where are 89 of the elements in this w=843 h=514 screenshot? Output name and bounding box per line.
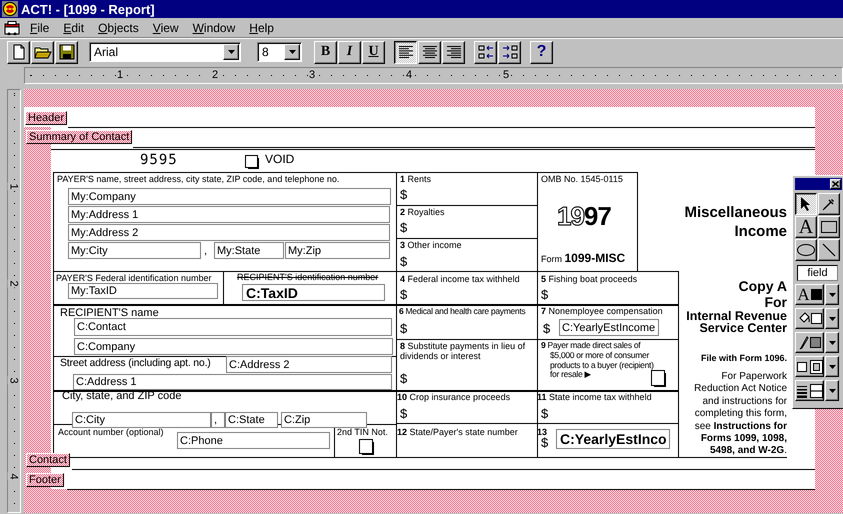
help-button[interactable]: ? [530, 40, 553, 64]
dollar-sign: $ [541, 288, 548, 303]
form-name: Form 1099-MISC [541, 252, 626, 266]
font-dropdown[interactable]: Arial [89, 42, 241, 62]
form-label: PAYER'S name, street address, city state, ZIP code, and telephone no. [57, 174, 340, 184]
box-label: 4 Federal income tax withheld [400, 274, 520, 284]
dollar-sign: $ [400, 372, 408, 387]
ruler-number: 2 [211, 70, 220, 81]
report-field[interactable]: C:City [72, 412, 211, 428]
text-color-button[interactable]: A [795, 284, 824, 305]
menu-item[interactable]: Edit [56, 20, 92, 34]
window-title: ACT! - [1099 - Report] [21, 2, 155, 16]
underline-button[interactable]: U [362, 40, 385, 64]
report-field[interactable]: My:Zip [285, 242, 390, 259]
form-number: 9595 [140, 152, 178, 168]
dollar-sign: $ [543, 322, 550, 337]
form-label: PAYER'S Federal identification number [56, 273, 212, 284]
box-label: 10 Crop insurance proceeds [397, 392, 510, 402]
font-size-dropdown[interactable]: 8 [257, 42, 302, 62]
dollar-sign: $ [400, 255, 408, 270]
report-field[interactable]: C:YearlyEstIncome [559, 319, 659, 336]
form-label: RECIPIENT'S name [60, 307, 159, 320]
paperwork-notice: For Paperwork Reduction Act Notice and instructions for completing this form, see Instructions for Forms 1099, 1098, 5498, and W-2G. [693, 371, 787, 458]
copy-label: Copy A [738, 278, 787, 294]
box-label: 8 Substitute payments in lieu of dividends or interest [400, 341, 526, 362]
bold-button[interactable]: B [314, 40, 337, 64]
box-label: 7 Nonemployee compensation [541, 306, 663, 316]
report-field[interactable]: My:Address 1 [68, 206, 390, 223]
report-field[interactable]: My:Address 2 [68, 224, 390, 241]
form-label: Street address (including apt. no.) [60, 357, 211, 370]
ruler-number: 1 [8, 182, 19, 191]
dollar-sign: $ [400, 188, 408, 203]
menu-item[interactable]: Window [186, 20, 242, 34]
box-label: 6 Medical and health care payments [399, 307, 526, 317]
dollar-sign: $ [400, 322, 408, 337]
box-label: 13 [537, 427, 548, 437]
menu-item[interactable]: View [146, 20, 186, 34]
box-label: 2 Royalties [400, 207, 445, 218]
italic-button[interactable]: I [338, 40, 361, 64]
report-field[interactable]: C:State [225, 412, 278, 428]
omb-number: OMB No. 1545-0115 [541, 174, 623, 184]
menu-item[interactable]: Objects [91, 20, 146, 34]
form-title: Miscellaneous [683, 204, 787, 222]
menu-item[interactable]: File [23, 20, 56, 34]
box-label: 3 Other income [400, 240, 462, 250]
report-field[interactable]: My:State [214, 242, 284, 259]
report-field[interactable]: C:YearlyEstInco [556, 429, 670, 449]
form-label: Account number (optional) [58, 427, 164, 438]
dollar-sign: $ [541, 407, 548, 422]
ruler-number: 4 [8, 472, 19, 481]
menu-item[interactable]: Help [242, 20, 281, 34]
ruler-number: 3 [8, 376, 19, 385]
ruler-number: 2 [8, 279, 19, 288]
copy-label: Service Center [698, 321, 787, 336]
form-label: 2nd TIN Not. [337, 427, 388, 438]
text-tool[interactable]: A [795, 216, 817, 238]
report-field[interactable]: C:Company [74, 338, 393, 355]
dollar-sign: $ [541, 436, 548, 451]
report-field[interactable]: My:Company [68, 188, 391, 205]
report-field[interactable]: C:Phone [177, 432, 330, 449]
box-label: 9 Payer made direct sales of $5,000 or more of consumer products to a buyer (recipient) for resale ▶ [541, 341, 655, 380]
copy-label: Internal Revenue [685, 309, 787, 323]
box-label: 5 Fishing boat proceeds [541, 274, 638, 284]
report-field[interactable]: C:Contact [74, 318, 392, 336]
box-label: 11 State income tax withheld [537, 392, 652, 402]
dollar-sign: $ [400, 407, 408, 422]
report-field[interactable]: C:Address 1 [73, 374, 392, 390]
ruler-number: 5 [502, 70, 510, 81]
ruler-number: 3 [308, 70, 316, 81]
report-field[interactable]: C:Zip [281, 412, 367, 428]
dollar-sign: $ [400, 288, 408, 303]
report-field[interactable]: , [211, 412, 225, 428]
ruler-number: 4 [405, 70, 414, 81]
report-field[interactable]: C:Address 2 [226, 356, 392, 373]
report-field[interactable]: My:City [68, 242, 201, 259]
box-label: 1 Rents [400, 174, 432, 184]
form-label: RECIPIENT'S identification number [237, 272, 378, 282]
form-title: Income [733, 223, 787, 240]
form-label: VOID [265, 153, 294, 167]
tax-year: 1997 [557, 201, 611, 232]
field-tool[interactable]: field [797, 265, 838, 281]
report-field[interactable]: C:TaxID [242, 284, 385, 301]
copy-label: For [763, 294, 787, 310]
box-label: 12 State/Payer's state number [397, 427, 518, 438]
report-field[interactable]: My:TaxID [68, 283, 218, 299]
dollar-sign: $ [400, 221, 408, 236]
ruler-number: 1 [116, 70, 124, 81]
filing-note: File with Form 1096. [700, 353, 787, 364]
form-label: , [204, 245, 208, 258]
